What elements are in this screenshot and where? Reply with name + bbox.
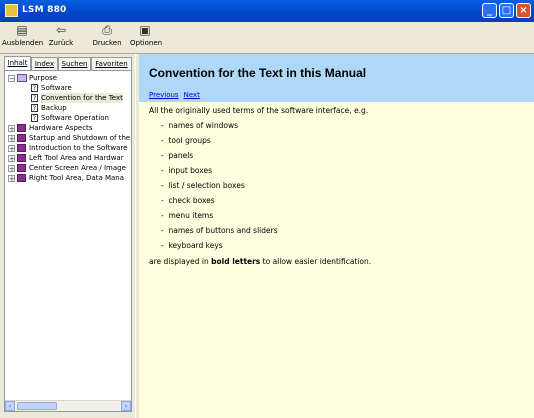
tab-index[interactable]: Index [31,57,58,70]
options-button[interactable]: ▣ Optionen [130,23,163,51]
minimize-button[interactable]: _ [482,3,497,18]
expand-icon[interactable]: + [8,135,15,143]
hide-label: Ausblenden [2,39,44,47]
tree-item-hardware-aspects[interactable]: Hardware Aspects [29,123,92,133]
tree-item-software[interactable]: Software [41,83,72,93]
tree-item-right-tool-area[interactable]: Right Tool Area, Data Mana [29,173,124,183]
tree-item-introduction-software[interactable]: Introduction to the Software [29,143,127,153]
print-button[interactable]: ⎙ Drucken [90,24,124,51]
scroll-right-icon[interactable]: › [121,401,131,411]
tab-search[interactable]: Suchen [58,57,91,70]
toolbar: ▤ Ausblenden ⇦ Zurück ⎙ Drucken ▣ Option… [0,22,534,54]
list-item-text: names of windows [168,121,239,130]
list-item: - check boxes [161,196,215,205]
list-item-text: input boxes [168,166,213,175]
options-label: Optionen [130,39,163,47]
list-item-text: check boxes [168,196,215,205]
close-button[interactable]: × [516,3,531,18]
hide-button[interactable]: ▤ Ausblenden [2,23,44,51]
close-icon: × [519,5,528,16]
book-icon [17,154,26,162]
topic-nav: Previous Next [149,91,205,99]
list-item-text: menu items [168,211,214,220]
list-item: - names of windows [161,121,239,130]
list-item-text: list / selection boxes [168,181,245,190]
help-page-icon: ? [31,114,38,122]
tree-item-center-screen-area[interactable]: Center Screen Area / Image [29,163,126,173]
open-book-icon [17,74,27,82]
expand-icon[interactable]: + [8,155,15,163]
list-item: - list / selection boxes [161,181,245,190]
options-icon: ▣ [139,23,151,37]
printer-icon: ⎙ [102,23,112,37]
scrollbar-thumb[interactable] [17,402,57,410]
back-label: Zurück [48,39,74,47]
horizontal-scrollbar[interactable]: ‹ › [5,400,131,411]
hide-pane-icon: ▤ [16,23,28,37]
back-button[interactable]: ⇦ Zurück [46,24,76,51]
maximize-button[interactable]: □ [499,3,514,18]
minimize-icon: _ [487,5,492,16]
list-item: - panels [161,151,194,160]
window-title: LSM 880 [22,5,67,15]
app-icon [5,4,18,17]
list-item-text: tool groups [168,136,211,145]
help-content: Convention for the Text in this Manual P… [139,54,534,418]
help-page-icon: ? [31,94,38,102]
navigation-pane: Inhalt Index Suchen Favoriten − Purpose … [0,54,135,418]
outro-text: are displayed in bold letters to allow e… [149,257,371,266]
help-page-icon: ? [31,104,38,112]
topic-title: Convention for the Text in this Manual [149,66,367,80]
list-item: - input boxes [161,166,213,175]
expand-icon[interactable]: + [8,175,15,183]
contents-tree[interactable]: − Purpose ? Software ? Convention for th… [4,70,132,412]
nav-tabs: Inhalt Index Suchen Favoriten [4,56,132,71]
book-icon [17,174,26,182]
list-item-text: keyboard keys [168,241,223,250]
help-page-icon: ? [31,84,38,92]
list-item: - menu items [161,211,214,220]
intro-text: All the originally used terms of the sof… [149,106,369,115]
outro-bold: bold letters [211,257,261,266]
topic-header: Convention for the Text in this Manual P… [139,54,534,102]
list-item-text: names of buttons and sliders [168,226,278,235]
tab-favorites[interactable]: Favoriten [91,57,132,70]
scroll-left-icon[interactable]: ‹ [5,401,15,411]
tree-item-startup-shutdown[interactable]: Startup and Shutdown of the [29,133,130,143]
tree-item-left-tool-area[interactable]: Left Tool Area and Hardwar [29,153,124,163]
book-icon [17,144,26,152]
expand-icon[interactable]: + [8,165,15,173]
tree-item-software-operation[interactable]: Software Operation [41,113,109,123]
expand-icon[interactable]: + [8,125,15,133]
tab-contents[interactable]: Inhalt [4,56,31,70]
list-item: - keyboard keys [161,241,223,250]
list-item: - tool groups [161,136,211,145]
list-item: - names of buttons and sliders [161,226,278,235]
book-icon [17,134,26,142]
maximize-icon: □ [501,5,512,16]
book-icon [17,124,26,132]
book-icon [17,164,26,172]
tree-item-convention-selected[interactable]: Convention for the Text [41,93,123,103]
previous-link[interactable]: Previous [149,91,179,99]
expand-icon[interactable]: + [8,145,15,153]
collapse-icon[interactable]: − [8,75,15,83]
print-label: Drucken [92,39,122,47]
next-link[interactable]: Next [184,91,200,99]
back-arrow-icon: ⇦ [55,23,67,37]
title-bar: LSM 880 _ □ × [0,0,534,22]
tree-item-backup[interactable]: Backup [41,103,67,113]
outro-post: to allow easier identification. [260,257,372,266]
outro-pre: are displayed in [149,257,212,266]
list-item-text: panels [168,151,194,160]
tree-item-purpose[interactable]: Purpose [29,73,57,83]
